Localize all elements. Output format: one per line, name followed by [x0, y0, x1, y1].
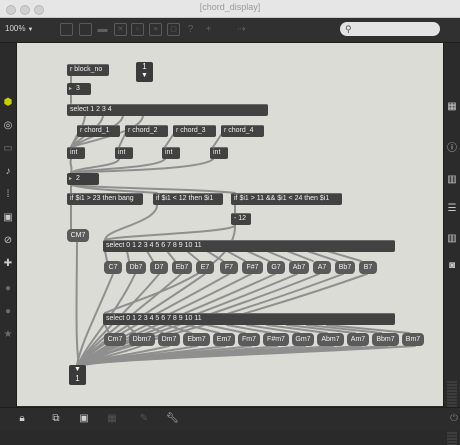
chord-message-d7[interactable]: D7 — [150, 261, 168, 274]
cm7-message[interactable]: CM7 — [67, 229, 89, 242]
debug-icon[interactable]: ✎ — [138, 413, 150, 425]
grid-snap-icon[interactable]: ▦ — [106, 413, 118, 425]
int-object-4[interactable]: int — [210, 147, 228, 159]
bottom-bang-button[interactable]: ▼ 1 — [69, 365, 86, 385]
lock-icon[interactable]: 🔒︎ — [16, 413, 28, 425]
chord-message-gm7[interactable]: Gm7 — [292, 333, 314, 346]
comment-icon[interactable]: ▬ — [96, 23, 109, 36]
search-icon: ⚲ — [345, 24, 352, 34]
chord-message-fm7[interactable]: Fm7 — [238, 333, 260, 346]
patch-canvas[interactable]: r block_no 3 1 ▼ select 1 2 3 4 r chord_… — [17, 43, 443, 406]
right-sidebar: ▦ ⓘ ▥ ☰ ▥ ◙ — [443, 43, 460, 445]
select-notes-minor-object[interactable]: select 0 1 2 3 4 5 6 7 8 9 10 11 — [103, 313, 395, 325]
chord-message-g7[interactable]: G7 — [267, 261, 285, 274]
minus-12-object[interactable]: - 12 — [231, 213, 251, 225]
slider-object-icon[interactable]: ≡ — [149, 23, 162, 36]
select-notes-dominant-object[interactable]: select 0 1 2 3 4 5 6 7 8 9 10 11 — [103, 240, 395, 252]
package-icon[interactable]: ⬢ — [2, 97, 14, 109]
disabled-icon-1: ● — [4, 283, 12, 294]
clip-icon[interactable]: ▭ — [2, 143, 14, 155]
chord-message-db7[interactable]: Db7 — [126, 261, 146, 274]
star-icon: ★ — [3, 329, 13, 340]
arrow-icon[interactable]: ⇢ — [235, 23, 248, 36]
search-field[interactable]: ⚲ — [340, 22, 440, 36]
patch-cords — [69, 75, 416, 366]
chord-message-ab7[interactable]: Ab7 — [289, 261, 309, 274]
disabled-icon-2: ● — [4, 306, 12, 317]
chord-message-fsharp7[interactable]: F#7 — [242, 261, 263, 274]
left-sidebar: ⬢ ◎ ▭ ♪ ⁞ ▣ ⊘ ✚ ● ● ★ — [0, 43, 17, 407]
grid-icon[interactable]: ▦ — [446, 101, 458, 113]
zoom-menu[interactable]: 100% ▼ — [5, 24, 33, 33]
chord-message-dbm7[interactable]: Dbm7 — [129, 333, 155, 346]
chord-message-eb7[interactable]: Eb7 — [172, 261, 192, 274]
help-icon[interactable]: ? — [184, 23, 197, 36]
chord-message-bbm7[interactable]: Bbm7 — [372, 333, 399, 346]
chord-message-cm7[interactable]: Cm7 — [104, 333, 126, 346]
windows-icon[interactable]: ⧉ — [50, 413, 62, 425]
bottom-toolbar: 🔒︎ ⧉ ▣ ▦ ✎ 🔧︎ ⏻ — [0, 407, 460, 431]
chord-message-dm7[interactable]: Dm7 — [158, 333, 180, 346]
select-block-object[interactable]: select 1 2 3 4 — [67, 104, 268, 116]
camera-icon[interactable]: ◙ — [446, 260, 458, 272]
number-object-icon[interactable]: ▢ — [167, 23, 180, 36]
chord-message-bm7[interactable]: Bm7 — [402, 333, 424, 346]
presentation-icon[interactable]: ▣ — [78, 413, 90, 425]
chord-message-bb7[interactable]: Bb7 — [335, 261, 355, 274]
chord-message-am7[interactable]: Am7 — [347, 333, 369, 346]
list-icon[interactable]: ☰ — [446, 203, 458, 215]
int-object-2[interactable]: int — [115, 147, 133, 159]
chord-message-a7[interactable]: A7 — [313, 261, 331, 274]
button-object-icon[interactable]: ✕ — [114, 23, 127, 36]
chord-message-abm7[interactable]: Abm7 — [317, 333, 344, 346]
info-icon[interactable]: ⓘ — [446, 143, 458, 155]
music-note-icon[interactable]: ♪ — [2, 166, 14, 178]
play-triangle-icon: ▼ — [141, 72, 148, 79]
receive-block-object[interactable]: r block_no — [67, 64, 109, 76]
receive-chord-1[interactable]: r chord_1 — [77, 125, 120, 137]
patcher-toolbar: 100% ▼ ▬ ✕ ○ ≡ ▢ ? + ⇢ ⚲ — [0, 18, 460, 43]
window-titlebar: [chord_display] — [0, 0, 460, 18]
new-message-icon[interactable] — [79, 23, 92, 36]
chord-message-f7[interactable]: F7 — [220, 261, 238, 274]
receive-chord-4[interactable]: r chord_4 — [221, 125, 264, 137]
columns-icon[interactable]: ▥ — [446, 233, 458, 245]
chord-message-b7[interactable]: B7 — [359, 261, 377, 274]
toggle-object-icon[interactable]: ○ — [131, 23, 144, 36]
if-greater-23-object[interactable]: if $i1 > 23 then bang — [67, 193, 143, 205]
int-object-3[interactable]: int — [162, 147, 180, 159]
chord-message-fsharpm7[interactable]: F#m7 — [263, 333, 289, 346]
plug-icon[interactable]: ✚ — [2, 258, 14, 270]
paperclip-icon[interactable]: ⊘ — [2, 235, 14, 247]
chord-message-e7[interactable]: E7 — [196, 261, 214, 274]
snippet-icon[interactable]: ⁞ — [2, 189, 14, 201]
power-icon[interactable]: ⏻ — [448, 413, 460, 425]
if-between-object[interactable]: if $i1 > 11 && $i1 < 24 then $i1 — [231, 193, 342, 205]
book-icon[interactable]: ▥ — [446, 174, 458, 186]
receive-chord-2[interactable]: r chord_2 — [125, 125, 168, 137]
chord-message-ebm7[interactable]: Ebm7 — [183, 333, 210, 346]
chord-number-box[interactable]: 2 — [67, 173, 99, 185]
image-icon[interactable]: ▣ — [2, 212, 14, 224]
top-bang-button[interactable]: 1 ▼ — [136, 62, 153, 82]
add-icon[interactable]: + — [202, 23, 215, 36]
receive-chord-3[interactable]: r chord_3 — [173, 125, 216, 137]
target-icon[interactable]: ◎ — [2, 120, 14, 132]
block-number-box[interactable]: 3 — [67, 83, 91, 95]
int-object-1[interactable]: int — [67, 147, 85, 159]
chord-message-c7[interactable]: C7 — [104, 261, 122, 274]
wrench-icon[interactable]: 🔧︎ — [166, 413, 179, 425]
if-less-12-object[interactable]: if $i1 < 12 then $i1 — [153, 193, 223, 205]
chord-message-em7[interactable]: Em7 — [213, 333, 235, 346]
play-triangle-icon: ▼ — [74, 366, 81, 373]
window-title: [chord_display] — [199, 2, 261, 12]
new-object-icon[interactable] — [60, 23, 73, 36]
